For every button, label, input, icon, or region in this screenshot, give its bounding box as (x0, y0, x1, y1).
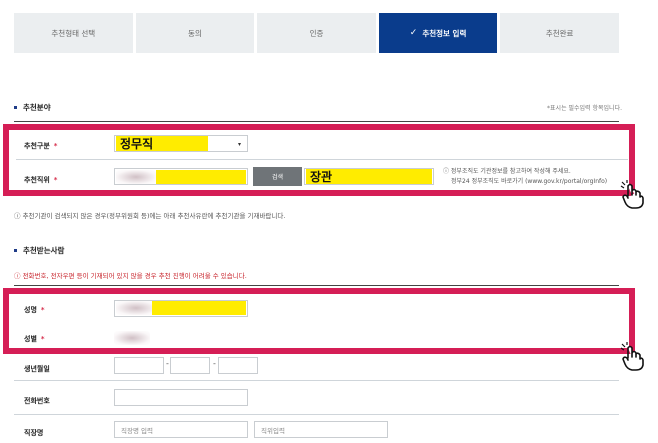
divider (14, 414, 619, 415)
step-label: 추천완료 (545, 28, 574, 38)
divider (14, 380, 619, 381)
work-label: 직장명 (24, 429, 44, 437)
work-input[interactable]: 직장명 입력 (114, 421, 248, 438)
separator: - (166, 359, 169, 368)
section-title-recipient: 추천받는사람 (14, 245, 64, 256)
step-label: 동의 (187, 28, 202, 38)
divider (14, 285, 619, 286)
section-title-field: 추천분야 (14, 102, 51, 113)
birth-month-select[interactable] (170, 357, 210, 374)
bullet-icon (14, 106, 17, 109)
contact-warning: ⓘ 전화번호, 전자우편 등이 기재되어 있지 않을 경우 추천 진행이 어려울… (14, 272, 247, 280)
phone-input[interactable] (114, 389, 248, 406)
step-auth[interactable]: 인증 (257, 13, 376, 53)
birth-year-select[interactable] (114, 357, 164, 374)
divider (14, 121, 619, 122)
step-input-info[interactable]: ✓ 추천정보 입력 (378, 13, 498, 53)
section-title-text: 추천분야 (23, 103, 51, 112)
step-consent[interactable]: 동의 (135, 13, 255, 53)
step-tabs: 추천형태 선택 동의 인증 ✓ 추천정보 입력 추천완료 (14, 13, 619, 53)
check-icon: ✓ (409, 28, 418, 38)
phone-label: 전화번호 (24, 397, 50, 405)
work-position-input[interactable]: 직위입력 (254, 421, 388, 438)
birth-day-select[interactable] (218, 357, 258, 374)
highlight-box (3, 288, 635, 354)
separator: - (213, 359, 216, 368)
birth-label: 생년월일 (24, 365, 50, 373)
step-select-type[interactable]: 추천형태 선택 (14, 13, 133, 53)
step-label: 추천형태 선택 (51, 28, 96, 38)
step-label: 추천정보 입력 (422, 28, 467, 38)
hand-pointer-icon (620, 180, 644, 209)
step-label: 인증 (309, 28, 324, 38)
hand-pointer-icon (620, 342, 644, 371)
required-note: *표시는 필수입력 항목입니다. (547, 105, 622, 112)
bullet-icon (14, 249, 17, 252)
section-title-text: 추천받는사람 (23, 246, 65, 255)
highlight-box (3, 124, 635, 196)
step-complete[interactable]: 추천완료 (500, 13, 619, 53)
org-note: ⓘ 추천기관이 검색되지 않은 경우(정부위원회 등)에는 아래 추천사유란에 … (14, 212, 286, 220)
